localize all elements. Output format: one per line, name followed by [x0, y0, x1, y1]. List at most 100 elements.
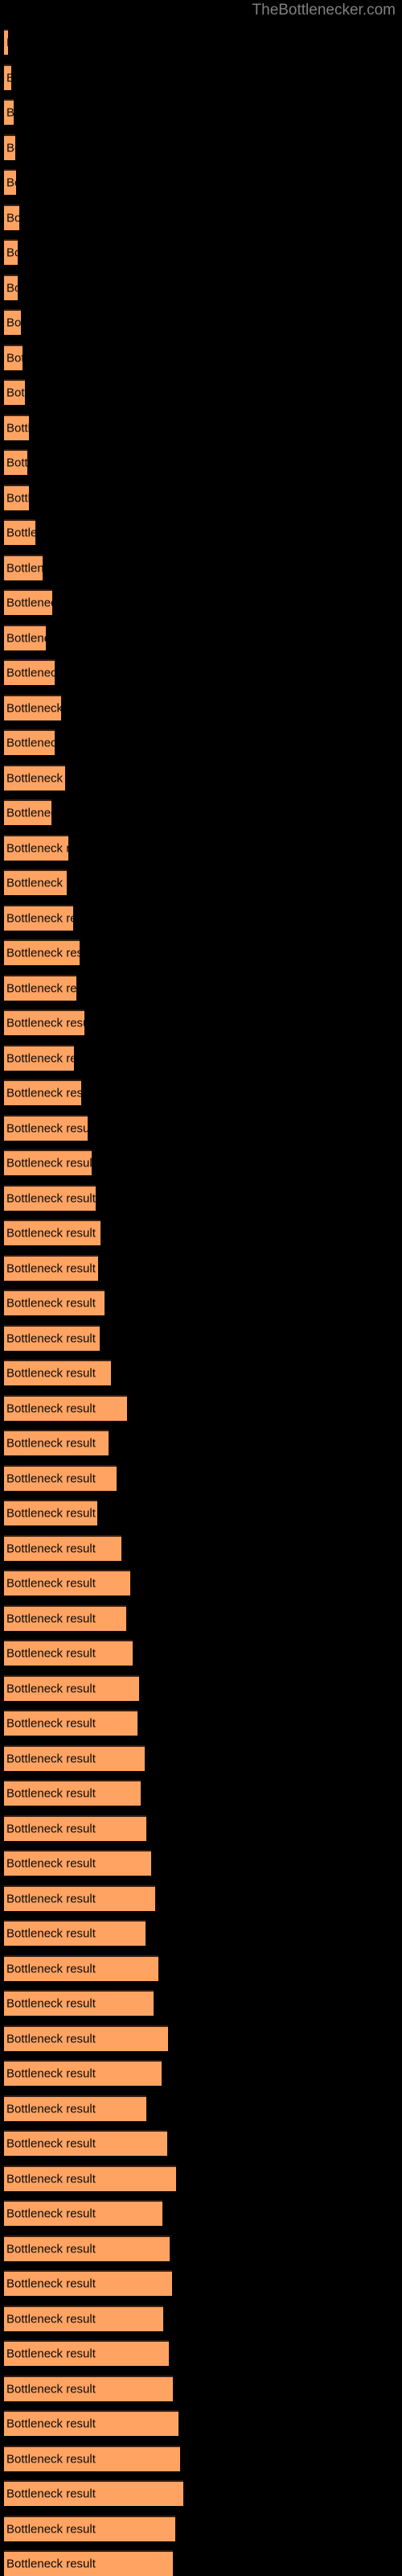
bar-row: Bottleneck result [0, 1220, 402, 1245]
bar[interactable]: Bottleneck result [4, 204, 19, 230]
bar[interactable]: Bottleneck result [4, 904, 73, 931]
bar-row: Bottleneck result [0, 1184, 402, 1211]
bar[interactable]: Bottleneck result [4, 589, 52, 615]
bar-label: Bottleneck result [6, 246, 18, 260]
bar[interactable]: Bottleneck result [4, 1920, 146, 1946]
bar[interactable]: Bottleneck result [4, 1080, 81, 1105]
bar[interactable]: Bottleneck result [4, 2130, 167, 2156]
bar[interactable]: Bottleneck result [4, 1184, 96, 1211]
bar[interactable]: Bottleneck result [4, 274, 18, 300]
bar[interactable]: Bottleneck result [4, 1464, 117, 1491]
bar[interactable]: Bottleneck result [4, 869, 67, 895]
bar[interactable]: Bottleneck result [4, 414, 29, 440]
bar[interactable]: Bottleneck result [4, 29, 8, 55]
bar[interactable]: Bottleneck result [4, 1290, 105, 1315]
bar-row: Bottleneck result [0, 64, 402, 90]
bar[interactable]: Bottleneck result [4, 99, 14, 125]
bar-row: Bottleneck result [0, 1570, 402, 1596]
bar-row: Bottleneck result [0, 1885, 402, 1911]
bar[interactable]: Bottleneck result [4, 1780, 141, 1806]
bar[interactable]: Bottleneck result [4, 2270, 172, 2296]
bar[interactable]: Bottleneck result [4, 2410, 178, 2436]
bar[interactable]: Bottleneck result [4, 799, 51, 825]
bar-row: Bottleneck result [0, 554, 402, 580]
bar[interactable]: Bottleneck result [4, 2200, 162, 2226]
bar-label: Bottleneck result [6, 526, 35, 540]
bar[interactable]: Bottleneck result [4, 2340, 169, 2366]
bar[interactable]: Bottleneck result [4, 764, 65, 791]
bar[interactable]: Bottleneck result [4, 2375, 173, 2401]
bar[interactable]: Bottleneck result [4, 939, 80, 965]
bar[interactable]: Bottleneck result [4, 1710, 137, 1736]
bar[interactable]: Bottleneck result [4, 974, 76, 1001]
bar[interactable]: Bottleneck result [4, 2165, 176, 2191]
bar[interactable]: Bottleneck result [4, 624, 46, 650]
bar[interactable]: Bottleneck result [4, 729, 55, 755]
bar-row: Bottleneck result [0, 659, 402, 685]
bar-row: Bottleneck result [0, 1254, 402, 1281]
bar-label: Bottleneck result [6, 561, 43, 575]
bar[interactable]: Bottleneck result [4, 2060, 162, 2086]
bar[interactable]: Bottleneck result [4, 834, 68, 861]
bar[interactable]: Bottleneck result [4, 1534, 121, 1561]
bar[interactable]: Bottleneck result [4, 2305, 163, 2331]
bar[interactable]: Bottleneck result [4, 694, 61, 720]
bar[interactable]: Bottleneck result [4, 519, 35, 545]
bar[interactable]: Bottleneck result [4, 1394, 127, 1421]
bar-label: Bottleneck result [6, 2347, 96, 2361]
bar[interactable]: Bottleneck result [4, 169, 16, 195]
bar-row: Bottleneck result [0, 1464, 402, 1491]
bar[interactable]: Bottleneck result [4, 1850, 151, 1876]
bar[interactable]: Bottleneck result [4, 1044, 74, 1071]
bar-label: Bottleneck result [6, 701, 61, 715]
bar-label: Bottleneck result [6, 1121, 88, 1135]
bar-label: Bottleneck result [6, 2066, 96, 2081]
bar[interactable]: Bottleneck result [4, 239, 18, 265]
bar-label: Bottleneck result [6, 1542, 96, 1555]
bar[interactable]: Bottleneck result [4, 1744, 145, 1771]
bar[interactable]: Bottleneck result [4, 2445, 180, 2471]
bar[interactable]: Bottleneck result [4, 1114, 88, 1141]
bar[interactable]: Bottleneck result [4, 379, 25, 405]
bar[interactable]: Bottleneck result [4, 1500, 97, 1525]
bar-row: Bottleneck result [0, 904, 402, 931]
bar[interactable]: Bottleneck result [4, 1570, 130, 1596]
bar[interactable]: Bottleneck result [4, 1955, 158, 1981]
bar[interactable]: Bottleneck result [4, 1885, 155, 1911]
bar[interactable]: Bottleneck result [4, 344, 23, 370]
bar[interactable]: Bottleneck result [4, 2480, 183, 2506]
bar-row: Bottleneck result [0, 1920, 402, 1946]
bar-row: Bottleneck result [0, 2025, 402, 2051]
bar-label: Bottleneck result [6, 1682, 96, 1695]
bar[interactable]: Bottleneck result [4, 309, 21, 335]
bar[interactable]: Bottleneck result [4, 1150, 92, 1175]
bar[interactable]: Bottleneck result [4, 2095, 146, 2121]
bar[interactable]: Bottleneck result [4, 1640, 133, 1666]
bar[interactable]: Bottleneck result [4, 659, 55, 685]
bar[interactable]: Bottleneck result [4, 2515, 175, 2541]
bar[interactable]: Bottleneck result [4, 1360, 111, 1385]
bar[interactable]: Bottleneck result [4, 2025, 168, 2051]
bar[interactable]: Bottleneck result [4, 2550, 173, 2576]
bar-label: Bottleneck result [6, 211, 19, 225]
bar-label: Bottleneck result [6, 281, 18, 295]
bar[interactable]: Bottleneck result [4, 1990, 154, 2016]
bar[interactable]: Bottleneck result [4, 484, 29, 510]
bar[interactable]: Bottleneck result [4, 1254, 98, 1281]
bar[interactable]: Bottleneck result [4, 1604, 126, 1631]
bar-label: Bottleneck result [6, 2242, 96, 2256]
bar[interactable]: Bottleneck result [4, 1814, 146, 1841]
bar[interactable]: Bottleneck result [4, 1009, 84, 1035]
bar[interactable]: Bottleneck result [4, 134, 15, 160]
bar[interactable]: Bottleneck result [4, 449, 27, 475]
bar[interactable]: Bottleneck result [4, 1324, 100, 1351]
bar[interactable]: Bottleneck result [4, 1220, 100, 1245]
bar-label: Bottleneck result [6, 1786, 96, 1801]
bar[interactable]: Bottleneck result [4, 64, 11, 90]
bar[interactable]: Bottleneck result [4, 1430, 109, 1455]
bar[interactable]: Bottleneck result [4, 2235, 170, 2261]
bar-row: Bottleneck result [0, 344, 402, 370]
bar[interactable]: Bottleneck result [4, 554, 43, 580]
bar[interactable]: Bottleneck result [4, 1674, 139, 1701]
bar-row: Bottleneck result [0, 1324, 402, 1351]
